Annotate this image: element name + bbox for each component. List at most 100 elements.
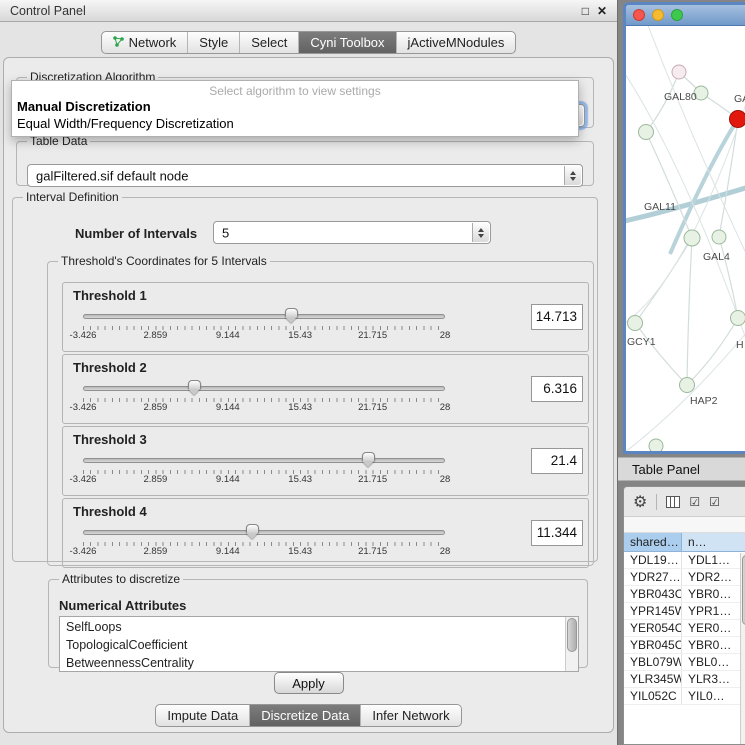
threshold-slider[interactable] xyxy=(83,452,445,468)
network-node-label: GAL4 xyxy=(703,251,730,263)
slider-ruler: -3.4262.8599.14415.4321.71528 xyxy=(83,398,445,414)
table-row[interactable]: YIL052CYIL0… xyxy=(624,688,745,705)
attribute-item[interactable]: SelfLoops xyxy=(60,618,564,636)
table-row[interactable]: YER054CYER0… xyxy=(624,620,745,637)
threshold-value-input[interactable]: 21.4 xyxy=(531,448,583,474)
table-cell: YLR3… xyxy=(682,671,745,687)
network-edge xyxy=(635,323,687,385)
slider-tick-label: 2.859 xyxy=(144,330,168,341)
slider-tick-label: 21.715 xyxy=(358,474,387,485)
column-header-name[interactable]: n… xyxy=(682,533,745,552)
table-row[interactable]: YDL19…YDL1… xyxy=(624,552,745,569)
threshold-value-input[interactable]: 6.316 xyxy=(531,376,583,402)
table-cell: YDL19… xyxy=(624,552,682,568)
apply-button[interactable]: Apply xyxy=(274,672,344,694)
network-node[interactable] xyxy=(684,230,700,246)
numerical-attributes-label: Numerical Attributes xyxy=(59,598,186,613)
control-panel-titlebar[interactable]: Control Panel □ ✕ xyxy=(0,0,617,22)
table-panel-titlebar[interactable]: Table Panel xyxy=(618,457,745,481)
table-row[interactable]: YBL079WYBL0… xyxy=(624,654,745,671)
table-row[interactable]: YBR043CYBR0… xyxy=(624,586,745,603)
numerical-attributes-list[interactable]: SelfLoopsTopologicalCoefficientBetweenne… xyxy=(59,616,579,672)
slider-thumb[interactable] xyxy=(362,452,375,461)
threshold-label: Threshold 3 xyxy=(73,432,147,447)
tab-infer-network[interactable]: Infer Network xyxy=(361,705,460,726)
network-node[interactable] xyxy=(628,316,643,331)
table-scrollbar[interactable] xyxy=(740,553,745,744)
slider-tick-label: 28 xyxy=(440,546,451,557)
slider-tick-label: -3.426 xyxy=(70,402,97,413)
zoom-traffic-light-icon[interactable] xyxy=(671,9,683,21)
tab-select[interactable]: Select xyxy=(240,32,299,53)
thresholds-group: Threshold's Coordinates for 5 Intervals … xyxy=(47,254,594,566)
table-cell: YDR2… xyxy=(682,569,745,585)
threshold-value-input[interactable]: 11.344 xyxy=(531,520,583,546)
slider-track[interactable] xyxy=(83,314,445,319)
threshold-slider[interactable] xyxy=(83,308,445,324)
checkbox-icon[interactable]: ☑ xyxy=(709,495,720,509)
network-node[interactable] xyxy=(639,125,654,140)
network-canvas[interactable]: GAL80GAGAL11GAL4GCY1HHAP2 xyxy=(626,26,745,454)
tab-network[interactable]: Network xyxy=(102,32,189,53)
threshold-slider[interactable] xyxy=(83,380,445,396)
column-header-shared-name[interactable]: shared… xyxy=(624,533,682,552)
table-data-select[interactable]: galFiltered.sif default node xyxy=(27,164,583,187)
network-node[interactable] xyxy=(672,65,686,79)
minimize-traffic-light-icon[interactable] xyxy=(652,9,664,21)
toolbar-divider xyxy=(656,494,657,510)
table-cell: YIL0… xyxy=(682,688,745,704)
list-scrollbar[interactable] xyxy=(565,617,578,671)
table-cell: YIL052C xyxy=(624,688,682,704)
table-row[interactable]: YDR27…YDR2… xyxy=(624,569,745,586)
tab-discretize-data[interactable]: Discretize Data xyxy=(250,705,361,726)
table-row[interactable]: YLR345WYLR3… xyxy=(624,671,745,688)
threshold-slider[interactable] xyxy=(83,524,445,540)
network-node[interactable] xyxy=(731,311,745,326)
network-node[interactable] xyxy=(730,111,745,128)
attribute-item[interactable]: TopologicalCoefficient xyxy=(60,636,564,654)
tab-label: Cyni Toolbox xyxy=(310,35,384,50)
slider-track[interactable] xyxy=(83,458,445,463)
checkbox-icon[interactable]: ☑ xyxy=(689,495,700,509)
scrollbar-thumb[interactable] xyxy=(567,618,577,652)
control-panel-window: Control Panel □ ✕ Network xyxy=(0,0,618,745)
slider-tick-label: 15.43 xyxy=(288,402,312,413)
close-icon[interactable]: ✕ xyxy=(597,4,607,18)
network-view-window[interactable]: GAL80GAGAL11GAL4GCY1HHAP2 xyxy=(623,2,745,454)
slider-thumb[interactable] xyxy=(285,308,298,317)
close-traffic-light-icon[interactable] xyxy=(633,9,645,21)
threshold-value-input[interactable]: 14.713 xyxy=(531,304,583,330)
group-title: Attributes to discretize xyxy=(59,572,183,586)
threshold-panel-1: Threshold 1 -3.4262.8599.14415.4321.7152… xyxy=(62,282,589,352)
network-node-label: GAL80 xyxy=(664,91,697,103)
dropdown-item-equal-width[interactable]: Equal Width/Frequency Discretization xyxy=(12,115,578,132)
tab-style[interactable]: Style xyxy=(188,32,240,53)
slider-thumb[interactable] xyxy=(188,380,201,389)
gear-icon[interactable]: ⚙ xyxy=(633,492,647,512)
slider-tick-label: -3.426 xyxy=(70,546,97,557)
table-cell: YBL079W xyxy=(624,654,682,670)
columns-icon[interactable] xyxy=(666,496,680,508)
tab-impute-data[interactable]: Impute Data xyxy=(156,705,250,726)
table-row[interactable]: YBR045CYBR0… xyxy=(624,637,745,654)
table-data-group: Table Data galFiltered.sif default node xyxy=(16,134,594,186)
network-window-titlebar[interactable] xyxy=(626,5,745,26)
attribute-item[interactable]: BetweennessCentrality xyxy=(60,654,564,672)
network-node[interactable] xyxy=(712,230,726,244)
table-header-row: shared… n… xyxy=(624,533,745,552)
control-panel-tabbar: Network Style Select Cyni Toolbox jActiv… xyxy=(0,31,617,54)
threshold-panel-4: Threshold 4 -3.4262.8599.14415.4321.7152… xyxy=(62,498,589,568)
table-panel-title: Table Panel xyxy=(632,462,700,477)
slider-thumb[interactable] xyxy=(246,524,259,533)
tab-cyni-toolbox[interactable]: Cyni Toolbox xyxy=(299,32,396,53)
num-intervals-select[interactable]: 5 xyxy=(213,221,491,244)
network-node[interactable] xyxy=(649,439,663,453)
dropdown-item-manual-discretization[interactable]: Manual Discretization xyxy=(12,98,578,115)
tab-jactivemnodules[interactable]: jActiveMNodules xyxy=(397,32,516,53)
network-node[interactable] xyxy=(680,378,695,393)
slider-track[interactable] xyxy=(83,530,445,535)
float-window-icon[interactable]: □ xyxy=(582,4,589,18)
stepper-icon xyxy=(564,166,581,185)
slider-track[interactable] xyxy=(83,386,445,391)
table-row[interactable]: YPR145WYPR1… xyxy=(624,603,745,620)
